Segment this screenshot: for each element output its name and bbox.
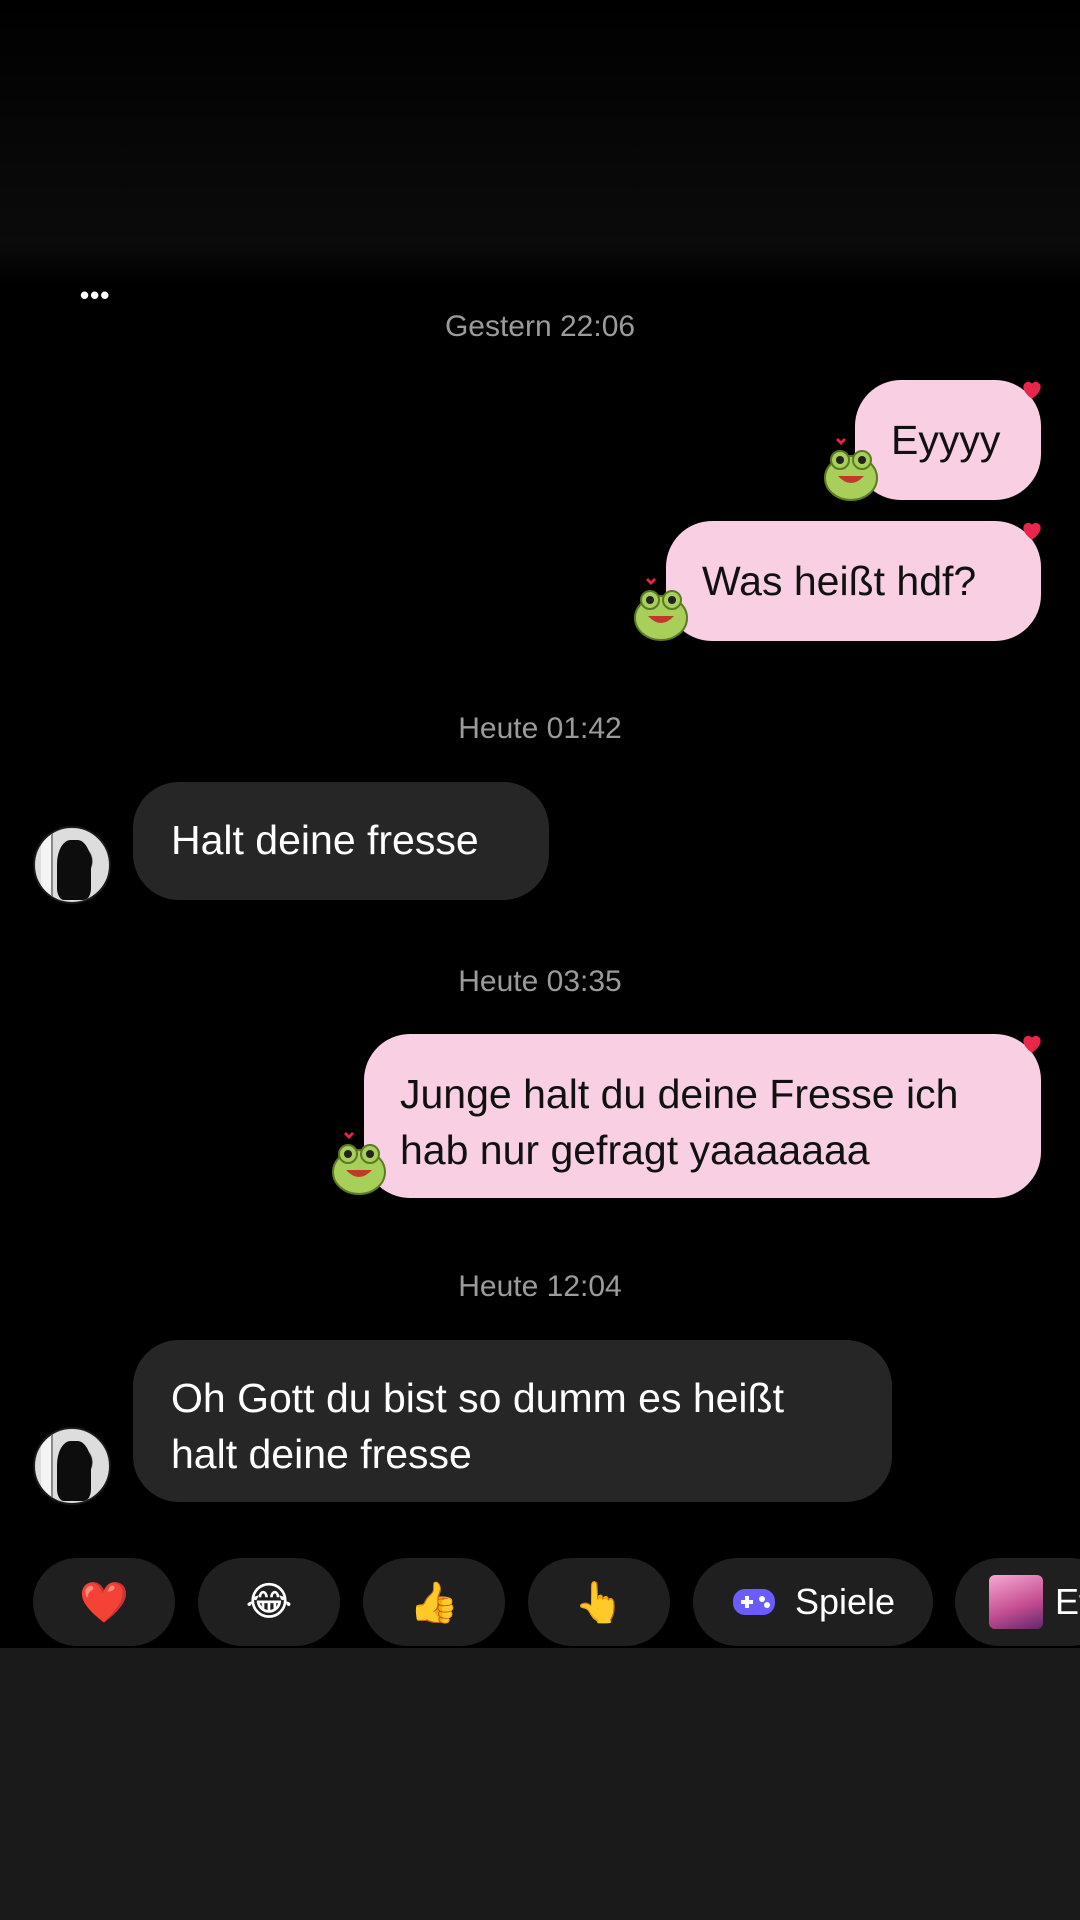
quick-reaction-pointing[interactable]: 👆 (528, 1558, 670, 1646)
timestamp: Gestern 22:06 (444, 310, 636, 343)
received-message-bubble[interactable]: Oh Gott du bist so dumm es heißt halt de… (133, 1340, 892, 1502)
quick-reply-bar: ❤️ 😂 👍 👆 Spiele Ef (0, 1558, 1080, 1648)
top-bar (0, 0, 1080, 285)
frog-sticker-icon (634, 578, 688, 641)
heart-reaction-icon (1023, 522, 1041, 540)
timestamp: Heute 01:42 (458, 712, 622, 745)
sent-message-bubble[interactable]: Was heißt hdf? (666, 521, 1041, 641)
timestamp: Heute 12:04 (458, 1270, 622, 1303)
quick-reaction-thumbs-up[interactable]: 👍 (363, 1558, 505, 1646)
quick-reaction-laughing[interactable]: 😂 (198, 1558, 340, 1646)
quick-reaction-heart[interactable]: ❤️ (33, 1558, 175, 1646)
heart-reaction-icon (1023, 381, 1041, 399)
games-label: Spiele (794, 1581, 896, 1622)
sent-message-bubble[interactable]: Eyyyy (855, 380, 1041, 500)
message-text: Eyyyy (891, 417, 1001, 463)
gamepad-icon (732, 1589, 775, 1615)
message-text-line: Junge halt du deine Fresse ich (400, 1071, 959, 1117)
games-button[interactable]: Spiele (693, 1558, 933, 1646)
effects-button[interactable]: Ef (955, 1558, 1080, 1646)
frog-sticker-icon (824, 438, 878, 501)
thumbs-up-emoji: 👍 (409, 1580, 459, 1625)
message-text-line: hab nur gefragt yaaaaaaa (400, 1127, 870, 1173)
heart-reaction-icon (1023, 1035, 1041, 1053)
message-text: Halt deine fresse (171, 817, 479, 863)
timestamp: Heute 03:35 (458, 965, 622, 998)
received-message-bubble[interactable]: Halt deine fresse (133, 782, 549, 900)
pointing-up-emoji: 👆 (574, 1580, 624, 1625)
effects-thumbnail-icon (989, 1575, 1043, 1629)
more-dots-icon[interactable]: ••• (80, 282, 110, 308)
message-text: Was heißt hdf? (702, 558, 977, 604)
contact-avatar[interactable] (33, 1427, 111, 1505)
composer-area (0, 1648, 1080, 1920)
message-text-line: Oh Gott du bist so dumm es heißt (171, 1375, 784, 1421)
heart-emoji: ❤️ (79, 1580, 129, 1625)
laughing-emoji: 😂 (245, 1580, 293, 1624)
message-text-line: halt deine fresse (171, 1431, 472, 1477)
effects-label: Ef (1055, 1581, 1080, 1622)
frog-sticker-icon (332, 1132, 386, 1195)
contact-avatar[interactable] (33, 826, 111, 904)
sent-message-bubble[interactable]: Junge halt du deine Fresse ich hab nur g… (364, 1034, 1041, 1198)
